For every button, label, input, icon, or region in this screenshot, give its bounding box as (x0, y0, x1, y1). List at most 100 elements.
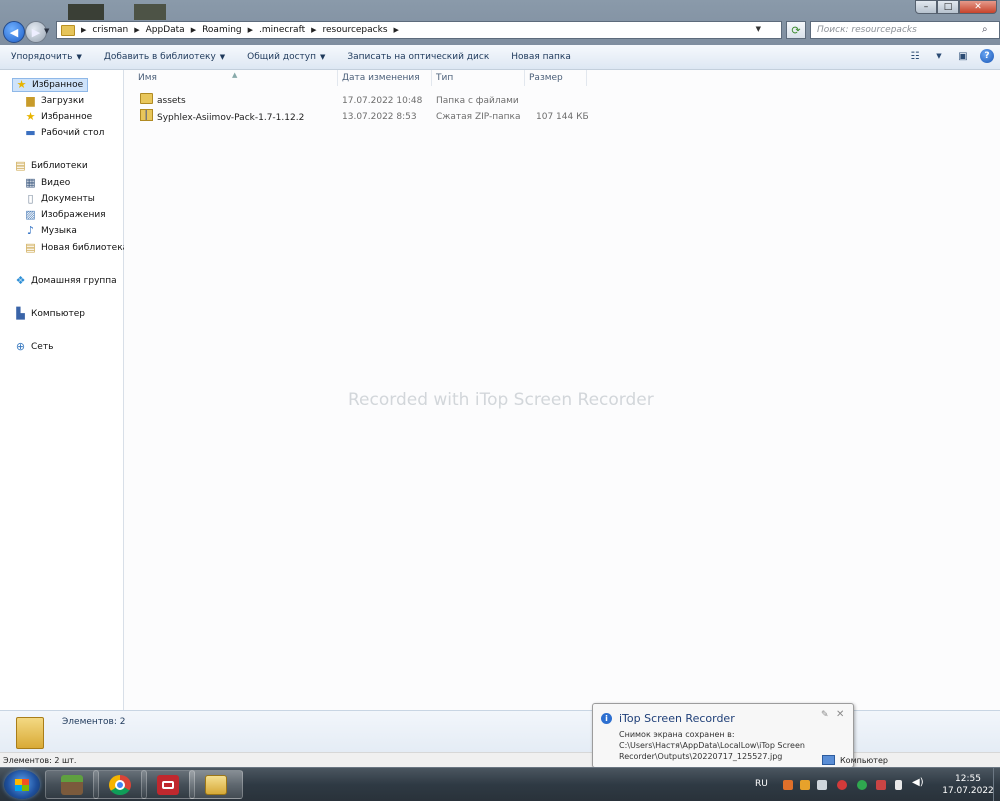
search-input[interactable]: Поиск: resourcepacks (810, 21, 1000, 39)
breadcrumb-roaming[interactable]: Roaming (202, 25, 242, 35)
sidebar-item-favorites[interactable]: ★ Избранное (12, 78, 89, 92)
title-bar: – □ ✕ ◀ ▶ ▼ ▶ crisman ▶ AppData ▶ Roamin… (0, 0, 1000, 45)
file-name-text: assets (157, 96, 186, 106)
file-row[interactable]: assets 17.07.2022 10:48 Папка с файлами (124, 93, 1000, 109)
sidebar-item-libraries[interactable]: ▤ Библиотеки (14, 160, 88, 172)
search-icon[interactable]: ⌕ (982, 24, 996, 35)
burn-button[interactable]: Записать на оптический диск (336, 52, 500, 62)
sidebar-item-label: Избранное (32, 80, 84, 90)
tray-app-icon[interactable] (817, 780, 827, 790)
column-header-type[interactable]: Тип (432, 70, 525, 86)
clock-time: 12:55 (955, 774, 981, 784)
column-header-name[interactable]: Имя ▲ (124, 70, 338, 86)
sidebar-item-label: Изображения (41, 210, 106, 220)
chevron-right-icon[interactable]: ▶ (248, 26, 253, 34)
refresh-button[interactable]: ⟳ (786, 21, 806, 39)
sidebar-item-label: Библиотеки (31, 161, 88, 171)
breadcrumb-resourcepacks[interactable]: resourcepacks (323, 25, 388, 35)
breadcrumb-minecraft[interactable]: .minecraft (259, 25, 305, 35)
volume-icon[interactable]: ◀) (912, 777, 924, 788)
organize-menu[interactable]: Упорядочить ▼ (0, 52, 93, 62)
clock-date: 17.07.2022 (942, 786, 994, 796)
minecraft-icon (61, 775, 83, 795)
taskbar-app-explorer[interactable] (189, 770, 243, 799)
clock[interactable]: 12:55 17.07.2022 (938, 773, 998, 797)
file-row[interactable]: Syphlex-Asiimov-Pack-1.7-1.12.2 13.07.20… (124, 109, 1000, 125)
taskbar: RU ◀) 12:55 17.07.2022 (0, 767, 1000, 801)
sidebar-item-music[interactable]: ♪ Музыка (24, 225, 77, 237)
network-icon: ⊕ (15, 340, 26, 353)
tray-label-text: Компьютер (840, 755, 888, 765)
tray-computer-label[interactable]: Компьютер (822, 755, 888, 765)
sidebar-item-network[interactable]: ⊕ Сеть (14, 341, 53, 353)
taskbar-app-screen-recorder[interactable] (141, 770, 195, 799)
add-to-library-menu[interactable]: Добавить в библиотеку ▼ (93, 52, 236, 62)
column-header-size[interactable]: Размер (525, 70, 587, 86)
file-date: 17.07.2022 10:48 (342, 96, 423, 106)
column-header-date[interactable]: Дата изменения (338, 70, 432, 86)
chevron-right-icon[interactable]: ▶ (191, 26, 196, 34)
close-icon[interactable]: ✕ (836, 709, 844, 720)
image-icon: ▨ (25, 208, 36, 221)
settings-icon[interactable]: ✎ (821, 710, 829, 720)
start-button[interactable] (4, 770, 40, 799)
sidebar-item-computer[interactable]: ▙ Компьютер (14, 308, 85, 320)
homegroup-icon: ❖ (15, 274, 26, 287)
address-dropdown-icon[interactable]: ▼ (756, 25, 761, 33)
file-type: Папка с файлами (436, 96, 519, 106)
downloads-folder-icon: ▆ (26, 94, 35, 107)
windows-logo-icon (15, 779, 29, 791)
language-indicator[interactable]: RU (755, 779, 768, 789)
taskbar-app-minecraft[interactable] (45, 770, 99, 799)
sidebar-item-homegroup[interactable]: ❖ Домашняя группа (14, 275, 117, 287)
file-name: assets (140, 93, 186, 109)
chevron-down-icon: ▼ (319, 53, 326, 61)
help-icon[interactable]: ? (980, 49, 994, 63)
taskbar-app-chrome[interactable] (93, 770, 147, 799)
chevron-right-icon[interactable]: ▶ (81, 26, 86, 34)
share-menu[interactable]: Общий доступ ▼ (236, 52, 336, 62)
background-thumbnail (68, 4, 104, 20)
chevron-right-icon[interactable]: ▶ (394, 26, 399, 34)
sidebar-item-images[interactable]: ▨ Изображения (24, 208, 106, 221)
show-desktop-button[interactable] (993, 768, 1000, 801)
flag-icon[interactable] (895, 780, 902, 790)
breadcrumb-appdata[interactable]: AppData (146, 25, 185, 35)
minimize-button[interactable]: – (915, 0, 937, 14)
preview-pane-icon[interactable]: ▣ (956, 49, 970, 63)
organize-label: Упорядочить (11, 52, 73, 62)
column-name-label: Имя (138, 73, 157, 83)
tray-app-icon[interactable] (783, 780, 793, 790)
arrow-right-icon: ▶ (31, 25, 41, 39)
sidebar-item-favorites-folder[interactable]: ★ Избранное (24, 111, 93, 123)
star-icon: ★ (16, 78, 27, 91)
history-dropdown-icon[interactable]: ▼ (44, 27, 49, 35)
chevron-right-icon[interactable]: ▶ (311, 26, 316, 34)
address-bar[interactable]: ▶ crisman ▶ AppData ▶ Roaming ▶ .minecra… (56, 21, 782, 39)
sidebar-item-label: Домашняя группа (31, 276, 117, 286)
view-options-icon[interactable]: ☷ (908, 49, 922, 63)
chevron-down-icon: ▼ (76, 53, 82, 61)
maximize-button[interactable]: □ (937, 0, 959, 14)
tray-app-icon[interactable] (800, 780, 810, 790)
chevron-down-icon[interactable]: ▼ (932, 49, 946, 63)
tray-app-icon[interactable] (857, 780, 867, 790)
folder-icon (16, 717, 44, 749)
library-icon: ▤ (25, 241, 36, 254)
tray-recorder-icon[interactable] (837, 780, 847, 790)
sidebar-item-desktop[interactable]: ▬ Рабочий стол (24, 127, 104, 139)
chevron-right-icon[interactable]: ▶ (134, 26, 139, 34)
new-folder-button[interactable]: Новая папка (500, 52, 582, 62)
sidebar-item-new-library[interactable]: ▤ Новая библиотека (24, 242, 128, 254)
breadcrumb-crisman[interactable]: crisman (92, 25, 128, 35)
sidebar-item-documents[interactable]: ▯ Документы (24, 193, 94, 205)
sidebar-item-downloads[interactable]: ▆ Загрузки (24, 95, 84, 107)
folder-icon (61, 24, 75, 36)
close-button[interactable]: ✕ (959, 0, 997, 14)
tray-app-icon[interactable] (876, 780, 886, 790)
command-bar: Упорядочить ▼ Добавить в библиотеку ▼ Общи… (0, 45, 1000, 70)
sidebar-item-video[interactable]: ▦ Видео (24, 177, 70, 189)
notification-balloon[interactable]: i iTop Screen Recorder ✎ ✕ Снимок экрана… (592, 703, 854, 768)
background-thumbnail (134, 4, 166, 20)
back-button[interactable]: ◀ (3, 21, 25, 43)
